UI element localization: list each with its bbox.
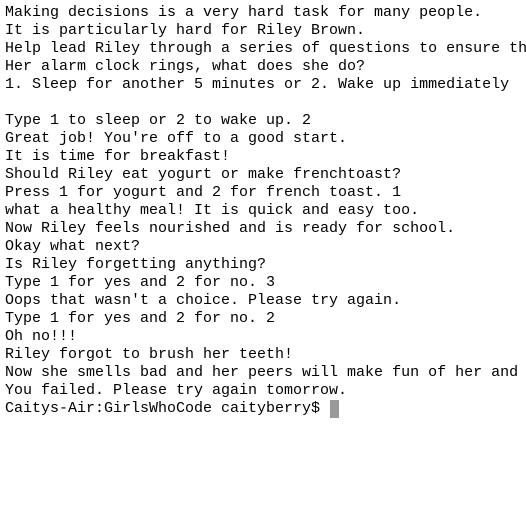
output-line: You failed. Please try again tomorrow. <box>5 382 348 399</box>
output-line: Should Riley eat yogurt or make frenchto… <box>5 166 402 183</box>
output-line: It is time for breakfast! <box>5 148 231 165</box>
output-lines: Making decisions is a very hard task for… <box>5 4 526 400</box>
output-line: Oops that wasn't a choice. Please try ag… <box>5 292 402 309</box>
terminal-output[interactable]: Making decisions is a very hard task for… <box>5 4 526 418</box>
output-line: Now Riley feels nourished and is ready f… <box>5 220 456 237</box>
output-line: Press 1 for yogurt and 2 for french toas… <box>5 184 402 201</box>
output-line: Is Riley forgetting anything? <box>5 256 267 273</box>
output-line: Her alarm clock rings, what does she do? <box>5 58 366 75</box>
output-line: what a healthy meal! It is quick and eas… <box>5 202 420 219</box>
output-line: Help lead Riley through a series of ques… <box>5 40 526 57</box>
output-line: Oh no!!! <box>5 328 78 345</box>
output-line: Making decisions is a very hard task for… <box>5 4 483 21</box>
output-line: Okay what next? <box>5 238 141 255</box>
output-line: Type 1 for yes and 2 for no. 2 <box>5 310 276 327</box>
output-line: It is particularly hard for Riley Brown. <box>5 22 366 39</box>
output-line: Riley forgot to brush her teeth! <box>5 346 294 363</box>
output-line: 1. Sleep for another 5 minutes or 2. Wak… <box>5 76 510 93</box>
output-line: Type 1 to sleep or 2 to wake up. 2 <box>5 112 312 129</box>
output-line: Type 1 for yes and 2 for no. 3 <box>5 274 276 291</box>
shell-prompt: Caitys-Air:GirlsWhoCode caityberry$ <box>5 400 330 417</box>
output-line: Now she smells bad and her peers will ma… <box>5 364 519 381</box>
text-cursor <box>330 400 340 418</box>
prompt-line[interactable]: Caitys-Air:GirlsWhoCode caityberry$ <box>5 400 526 418</box>
output-line: Great job! You're off to a good start. <box>5 130 348 147</box>
